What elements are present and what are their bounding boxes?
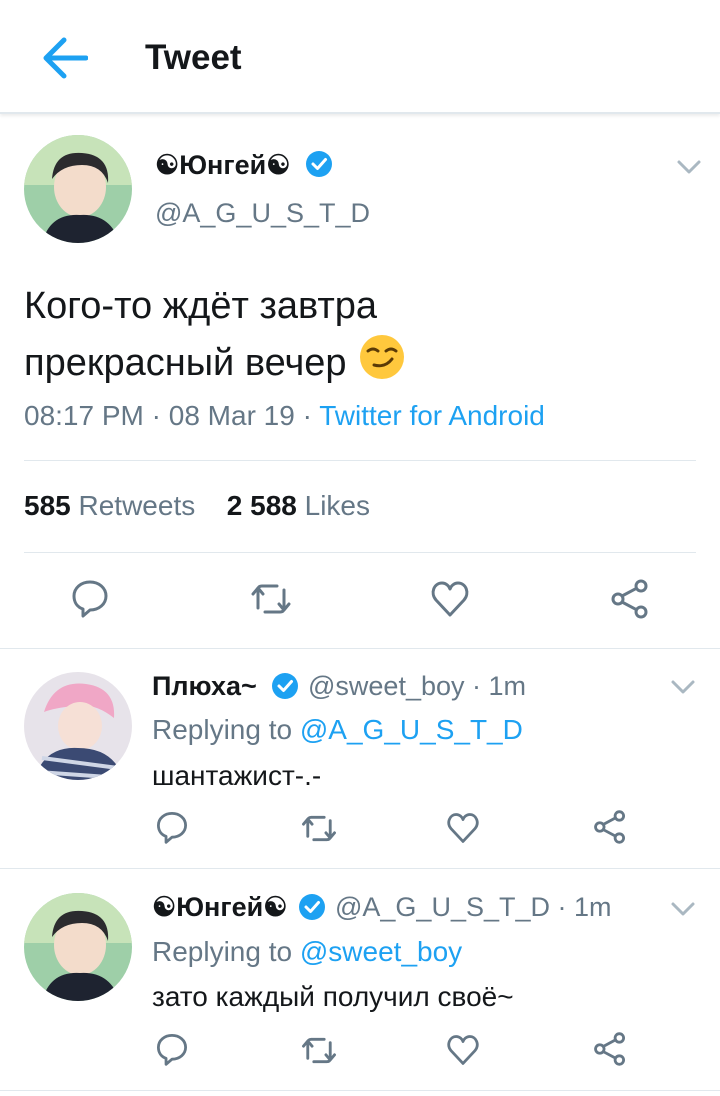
replying-to-handle[interactable]: @A_G_U_S_T_D	[300, 714, 523, 745]
smirk-emoji-icon	[359, 334, 405, 396]
verified-badge-icon	[305, 150, 333, 178]
replying-to-label: Replying to	[152, 714, 293, 745]
chevron-down-icon[interactable]	[670, 899, 696, 919]
divider	[0, 1090, 720, 1091]
user-handle[interactable]: @A_G_U_S_T_D	[335, 892, 550, 922]
arrow-left-icon[interactable]	[40, 36, 89, 80]
tweet-text-line: Кого-то ждёт завтра	[24, 285, 378, 327]
share-icon[interactable]	[593, 1031, 627, 1067]
divider	[24, 552, 696, 553]
user-handle[interactable]: @A_G_U_S_T_D	[155, 198, 370, 229]
divider	[0, 648, 720, 649]
display-name[interactable]: Плюха~	[152, 671, 257, 702]
verified-badge-icon	[271, 672, 299, 700]
display-name[interactable]: ☯Юнгей☯	[152, 892, 287, 923]
retweet-icon[interactable]	[300, 1034, 338, 1067]
verified-badge-icon	[298, 893, 326, 921]
avatar[interactable]	[24, 135, 132, 243]
reply-icon[interactable]	[155, 810, 189, 844]
replying-to: Replying to @A_G_U_S_T_D	[152, 714, 523, 746]
retweets-count[interactable]: 585	[24, 490, 71, 521]
retweet-icon[interactable]	[300, 812, 338, 845]
display-name[interactable]: ☯Юнгей☯	[155, 150, 290, 181]
reply-meta: @A_G_U_S_T_D · 1m	[335, 892, 612, 922]
tweet-text-line: прекрасный вечер	[24, 342, 347, 385]
reply-text: шантажист-.-	[152, 760, 322, 791]
share-icon[interactable]	[610, 578, 650, 620]
like-icon[interactable]	[446, 1034, 480, 1066]
app-header: Tweet	[0, 0, 720, 114]
chevron-down-icon[interactable]	[670, 677, 696, 697]
divider	[0, 868, 720, 869]
tweet-text: Кого-то ждёт завтра прекрасный вечер	[24, 278, 684, 396]
reply-text: зато каждый получил своё~	[152, 981, 514, 1012]
tweet-meta: 08:17 PM · 08 Mar 19 · Twitter for Andro…	[24, 400, 545, 431]
like-icon[interactable]	[446, 812, 480, 844]
replying-to-handle[interactable]: @sweet_boy	[300, 936, 462, 967]
tweet-time: 08:17 PM	[24, 400, 144, 431]
replying-to: Replying to @sweet_boy	[152, 936, 462, 968]
reply-icon[interactable]	[70, 578, 110, 618]
reply-icon[interactable]	[155, 1032, 189, 1066]
tweet-date: 08 Mar 19	[168, 400, 295, 431]
likes-count[interactable]: 2 588	[227, 490, 297, 521]
replying-to-label: Replying to	[152, 936, 293, 967]
page-title: Tweet	[145, 38, 242, 77]
tweet-client-link[interactable]: Twitter for Android	[319, 400, 545, 431]
reply-time: 1m	[574, 892, 612, 922]
user-handle[interactable]: @sweet_boy	[308, 671, 465, 701]
reply-time: 1m	[488, 671, 527, 701]
share-icon[interactable]	[593, 809, 627, 845]
like-icon[interactable]	[430, 580, 470, 618]
retweet-icon[interactable]	[249, 580, 293, 618]
likes-label[interactable]: Likes	[305, 490, 370, 521]
avatar[interactable]	[24, 893, 132, 1001]
reply-meta: @sweet_boy · 1m	[308, 671, 527, 701]
tweet-stats: 585 Retweets 2 588 Likes	[24, 490, 370, 522]
retweets-label[interactable]: Retweets	[79, 490, 196, 521]
avatar[interactable]	[24, 672, 132, 780]
chevron-down-icon[interactable]	[676, 157, 702, 177]
divider	[24, 460, 696, 461]
